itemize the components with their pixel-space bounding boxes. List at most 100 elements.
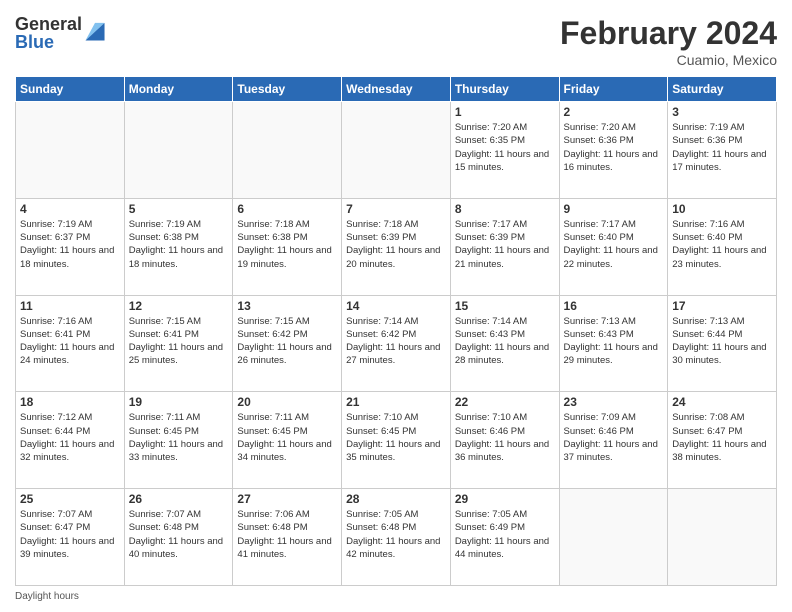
table-row: 16 Sunrise: 7:13 AMSunset: 6:43 PMDayligh… bbox=[559, 295, 668, 392]
table-row bbox=[16, 102, 125, 199]
table-row bbox=[124, 102, 233, 199]
day-info: Sunrise: 7:08 AMSunset: 6:47 PMDaylight:… bbox=[672, 411, 772, 464]
table-row: 11 Sunrise: 7:16 AMSunset: 6:41 PMDayligh… bbox=[16, 295, 125, 392]
table-row: 9 Sunrise: 7:17 AMSunset: 6:40 PMDaylight… bbox=[559, 198, 668, 295]
table-row bbox=[668, 489, 777, 586]
day-number: 11 bbox=[20, 299, 120, 313]
calendar-week-1: 4Sunrise: 7:19 AMSunset: 6:37 PMDaylight… bbox=[16, 198, 777, 295]
day-info: Sunrise: 7:20 AMSunset: 6:36 PMDaylight:… bbox=[564, 121, 664, 174]
day-number: 22 bbox=[455, 395, 555, 409]
table-row: 6Sunrise: 7:18 AMSunset: 6:38 PMDaylight… bbox=[233, 198, 342, 295]
table-row: 12Sunrise: 7:15 AMSunset: 6:41 PMDayligh… bbox=[124, 295, 233, 392]
day-info: Sunrise: 7:14 AMSunset: 6:43 PMDaylight:… bbox=[455, 315, 555, 368]
col-sunday: Sunday bbox=[16, 77, 125, 102]
day-info: Sunrise: 7:14 AMSunset: 6:42 PMDaylight:… bbox=[346, 315, 446, 368]
logo: General Blue bbox=[15, 15, 106, 51]
day-info: Sunrise: 7:10 AMSunset: 6:46 PMDaylight:… bbox=[455, 411, 555, 464]
day-number: 15 bbox=[455, 299, 555, 313]
logo-blue: Blue bbox=[15, 33, 82, 51]
day-number: 4 bbox=[20, 202, 120, 216]
table-row bbox=[342, 102, 451, 199]
day-info: Sunrise: 7:13 AMSunset: 6:44 PMDaylight:… bbox=[672, 315, 772, 368]
day-number: 23 bbox=[564, 395, 664, 409]
table-row: 7 Sunrise: 7:18 AMSunset: 6:39 PMDaylight… bbox=[342, 198, 451, 295]
col-saturday: Saturday bbox=[668, 77, 777, 102]
day-info: Sunrise: 7:16 AMSunset: 6:40 PMDaylight:… bbox=[672, 218, 772, 271]
day-number: 21 bbox=[346, 395, 446, 409]
header: General Blue February 2024 Cuamio, Mexic… bbox=[15, 15, 777, 68]
day-info: Sunrise: 7:19 AMSunset: 6:36 PMDaylight:… bbox=[672, 121, 772, 174]
day-info: Sunrise: 7:10 AMSunset: 6:45 PMDaylight:… bbox=[346, 411, 446, 464]
table-row: 27 Sunrise: 7:06 AMSunset: 6:48 PMDayligh… bbox=[233, 489, 342, 586]
day-info: Sunrise: 7:20 AMSunset: 6:35 PMDaylight:… bbox=[455, 121, 555, 174]
day-number: 28 bbox=[346, 492, 446, 506]
table-row: 25 Sunrise: 7:07 AMSunset: 6:47 PMDayligh… bbox=[16, 489, 125, 586]
table-row bbox=[233, 102, 342, 199]
day-info: Sunrise: 7:16 AMSunset: 6:41 PMDaylight:… bbox=[20, 315, 120, 368]
day-number: 3 bbox=[672, 105, 772, 119]
day-info: Sunrise: 7:11 AMSunset: 6:45 PMDaylight:… bbox=[237, 411, 337, 464]
table-row: 10 Sunrise: 7:16 AMSunset: 6:40 PMDayligh… bbox=[668, 198, 777, 295]
table-row: 26 Sunrise: 7:07 AMSunset: 6:48 PMDayligh… bbox=[124, 489, 233, 586]
table-row: 22 Sunrise: 7:10 AMSunset: 6:46 PMDayligh… bbox=[450, 392, 559, 489]
table-row: 24 Sunrise: 7:08 AMSunset: 6:47 PMDayligh… bbox=[668, 392, 777, 489]
calendar-header-row: Sunday Monday Tuesday Wednesday Thursday… bbox=[16, 77, 777, 102]
day-info: Sunrise: 7:18 AMSunset: 6:38 PMDaylight:… bbox=[237, 218, 337, 271]
day-info: Sunrise: 7:18 AMSunset: 6:39 PMDaylight:… bbox=[346, 218, 446, 271]
table-row bbox=[559, 489, 668, 586]
table-row: 23Sunrise: 7:09 AMSunset: 6:46 PMDayligh… bbox=[559, 392, 668, 489]
col-wednesday: Wednesday bbox=[342, 77, 451, 102]
day-number: 1 bbox=[455, 105, 555, 119]
table-row: 3 Sunrise: 7:19 AMSunset: 6:36 PMDaylight… bbox=[668, 102, 777, 199]
day-number: 17 bbox=[672, 299, 772, 313]
day-info: Sunrise: 7:13 AMSunset: 6:43 PMDaylight:… bbox=[564, 315, 664, 368]
table-row: 29Sunrise: 7:05 AMSunset: 6:49 PMDayligh… bbox=[450, 489, 559, 586]
day-info: Sunrise: 7:15 AMSunset: 6:42 PMDaylight:… bbox=[237, 315, 337, 368]
col-monday: Monday bbox=[124, 77, 233, 102]
day-info: Sunrise: 7:05 AMSunset: 6:48 PMDaylight:… bbox=[346, 508, 446, 561]
logo-icon bbox=[84, 20, 106, 42]
page: General Blue February 2024 Cuamio, Mexic… bbox=[0, 0, 792, 612]
table-row: 28 Sunrise: 7:05 AMSunset: 6:48 PMDayligh… bbox=[342, 489, 451, 586]
table-row: 15 Sunrise: 7:14 AMSunset: 6:43 PMDayligh… bbox=[450, 295, 559, 392]
day-number: 27 bbox=[237, 492, 337, 506]
day-info: Sunrise: 7:19 AMSunset: 6:38 PMDaylight:… bbox=[129, 218, 229, 271]
day-number: 5 bbox=[129, 202, 229, 216]
day-number: 24 bbox=[672, 395, 772, 409]
month-year: February 2024 bbox=[560, 15, 777, 52]
day-number: 19 bbox=[129, 395, 229, 409]
day-number: 13 bbox=[237, 299, 337, 313]
table-row: 1 Sunrise: 7:20 AMSunset: 6:35 PMDaylight… bbox=[450, 102, 559, 199]
day-info: Sunrise: 7:07 AMSunset: 6:47 PMDaylight:… bbox=[20, 508, 120, 561]
table-row: 20 Sunrise: 7:11 AMSunset: 6:45 PMDayligh… bbox=[233, 392, 342, 489]
col-friday: Friday bbox=[559, 77, 668, 102]
day-info: Sunrise: 7:06 AMSunset: 6:48 PMDaylight:… bbox=[237, 508, 337, 561]
day-number: 12 bbox=[129, 299, 229, 313]
day-info: Sunrise: 7:07 AMSunset: 6:48 PMDaylight:… bbox=[129, 508, 229, 561]
day-number: 14 bbox=[346, 299, 446, 313]
footer-note: Daylight hours bbox=[15, 591, 777, 602]
day-number: 7 bbox=[346, 202, 446, 216]
day-number: 9 bbox=[564, 202, 664, 216]
day-number: 10 bbox=[672, 202, 772, 216]
day-info: Sunrise: 7:17 AMSunset: 6:40 PMDaylight:… bbox=[564, 218, 664, 271]
day-number: 20 bbox=[237, 395, 337, 409]
day-info: Sunrise: 7:12 AMSunset: 6:44 PMDaylight:… bbox=[20, 411, 120, 464]
calendar-week-3: 18 Sunrise: 7:12 AMSunset: 6:44 PMDayligh… bbox=[16, 392, 777, 489]
day-number: 8 bbox=[455, 202, 555, 216]
day-number: 25 bbox=[20, 492, 120, 506]
day-info: Sunrise: 7:17 AMSunset: 6:39 PMDaylight:… bbox=[455, 218, 555, 271]
col-tuesday: Tuesday bbox=[233, 77, 342, 102]
day-number: 18 bbox=[20, 395, 120, 409]
table-row: 2 Sunrise: 7:20 AMSunset: 6:36 PMDaylight… bbox=[559, 102, 668, 199]
table-row: 19Sunrise: 7:11 AMSunset: 6:45 PMDayligh… bbox=[124, 392, 233, 489]
day-number: 16 bbox=[564, 299, 664, 313]
table-row: 18 Sunrise: 7:12 AMSunset: 6:44 PMDayligh… bbox=[16, 392, 125, 489]
table-row: 17 Sunrise: 7:13 AMSunset: 6:44 PMDayligh… bbox=[668, 295, 777, 392]
day-number: 26 bbox=[129, 492, 229, 506]
col-thursday: Thursday bbox=[450, 77, 559, 102]
table-row: 21 Sunrise: 7:10 AMSunset: 6:45 PMDayligh… bbox=[342, 392, 451, 489]
title-block: February 2024 Cuamio, Mexico bbox=[560, 15, 777, 68]
table-row: 8 Sunrise: 7:17 AMSunset: 6:39 PMDaylight… bbox=[450, 198, 559, 295]
day-number: 2 bbox=[564, 105, 664, 119]
